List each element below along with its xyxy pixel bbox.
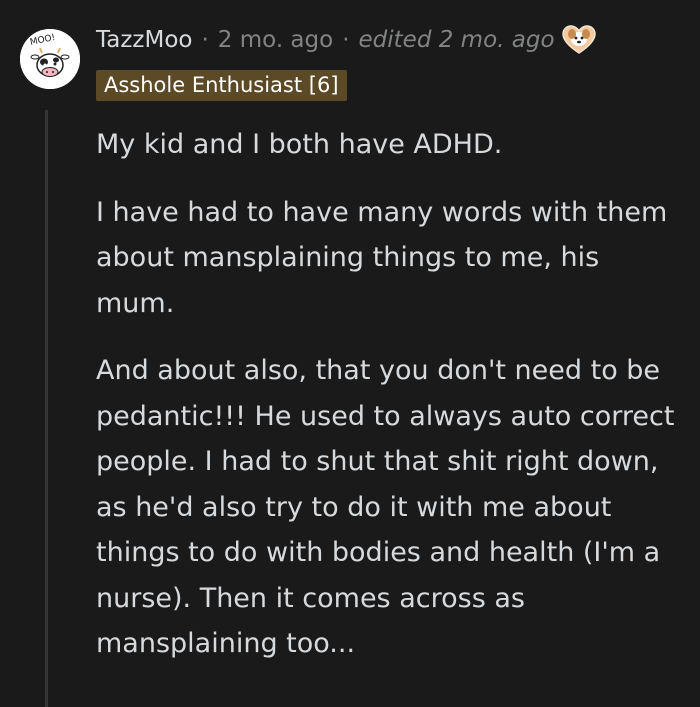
comment-paragraph: My kid and I both have ADHD. [96,129,503,160]
avatar[interactable]: MOO! [20,29,80,89]
thread-line[interactable] [45,110,48,707]
timestamp[interactable]: 2 mo. ago [218,27,333,53]
separator-dot: · [342,27,350,53]
comment-body: My kid and I both have ADHD. I have had … [96,122,686,689]
comment-header: TazzMoo · 2 mo. ago · edited 2 mo. ago [96,24,597,56]
comment-paragraph: I have had to have many words with them … [96,196,668,319]
comment-paragraph: And about also, that you don't need to b… [96,355,675,659]
username[interactable]: TazzMoo [96,27,192,53]
dog-face-heart-award-icon[interactable] [561,25,597,55]
separator-dot: · [201,27,209,53]
edited-timestamp: edited 2 mo. ago [358,27,555,53]
user-flair: Asshole Enthusiast [6] [96,70,347,101]
cow-avatar-icon: MOO! [20,29,80,89]
